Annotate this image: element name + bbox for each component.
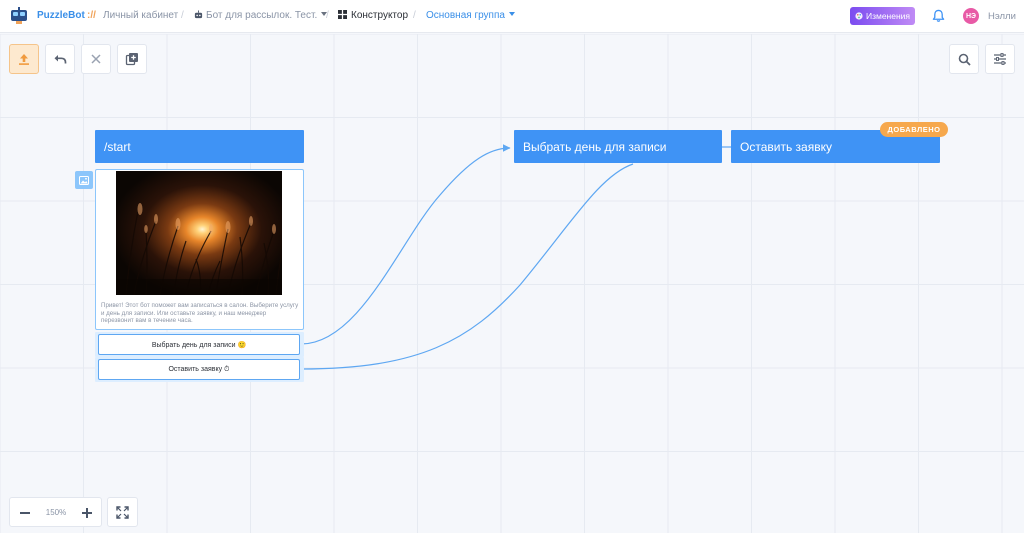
zoom-in-button[interactable]	[80, 507, 94, 519]
changes-button-label: Изменения	[865, 11, 911, 21]
inline-button-leave-request[interactable]: Оставить заявку ⏱	[98, 359, 300, 380]
inline-button-row: Выбрать день для записи 🙂	[95, 332, 304, 357]
zoom-control: 150%	[9, 497, 102, 527]
top-bar: PuzzleBot :// Личный кабинет / Бот для р…	[0, 0, 1024, 33]
sliders-icon	[994, 53, 1006, 65]
inline-button-row: Оставить заявку ⏱	[95, 357, 304, 382]
zoom-out-button[interactable]	[18, 507, 32, 519]
start-node-label: /start	[104, 139, 131, 154]
search-button[interactable]	[949, 44, 979, 74]
close-button[interactable]	[81, 44, 111, 74]
night-lantern-photo	[116, 171, 282, 295]
breadcrumb-constructor-label: Конструктор	[351, 10, 409, 21]
grid-icon	[338, 10, 347, 19]
add-block-button[interactable]	[117, 44, 147, 74]
avatar[interactable]: НЭ	[963, 8, 979, 24]
palette-icon	[855, 12, 863, 20]
puzzlebot-logo-icon[interactable]	[10, 7, 28, 25]
start-node[interactable]: /start	[95, 130, 304, 163]
breadcrumb-constructor[interactable]: Конструктор	[338, 10, 408, 21]
minus-icon	[20, 512, 30, 514]
undo-icon	[54, 55, 67, 64]
user-name[interactable]: Нэлли	[988, 11, 1016, 22]
fit-to-screen-button[interactable]	[107, 497, 138, 527]
leave-request-node-label: Оставить заявку	[740, 139, 832, 154]
upload-icon	[19, 54, 29, 65]
bell-icon[interactable]	[932, 9, 945, 23]
image-message-tag	[75, 171, 93, 189]
changes-button[interactable]: Изменения	[850, 7, 915, 25]
added-badge: ДОБАВЛЕНО	[880, 122, 948, 137]
publish-button[interactable]	[9, 44, 39, 74]
zoom-level: 150%	[45, 508, 67, 517]
breadcrumb-bot[interactable]: Бот для рассылок. Тест.	[194, 10, 328, 21]
message-text: Привет! Этот бот поможет вам записаться …	[101, 302, 299, 325]
choose-day-node-label: Выбрать день для записи	[523, 139, 667, 154]
breadcrumb-separator: /	[181, 10, 184, 21]
breadcrumb-separator: /	[413, 10, 416, 21]
group-selector[interactable]: Основная группа	[426, 10, 515, 21]
plus-icon	[82, 508, 92, 518]
image-icon	[79, 175, 89, 185]
add-block-icon	[125, 53, 138, 66]
settings-button[interactable]	[985, 44, 1015, 74]
breadcrumb-bot-label: Бот для рассылок. Тест.	[206, 10, 318, 21]
close-icon	[91, 54, 101, 64]
brand-slashes: ://	[87, 10, 96, 21]
undo-button[interactable]	[45, 44, 75, 74]
search-icon	[958, 53, 971, 66]
choose-day-node[interactable]: Выбрать день для записи	[514, 130, 722, 163]
breadcrumb-separator: /	[326, 10, 329, 21]
group-selector-label: Основная группа	[426, 10, 505, 21]
inline-button-choose-day[interactable]: Выбрать день для записи 🙂	[98, 334, 300, 355]
breadcrumb-cabinet[interactable]: Личный кабинет	[103, 10, 178, 21]
brand-name[interactable]: PuzzleBot	[37, 10, 85, 21]
chevron-down-icon	[508, 12, 515, 16]
expand-icon	[116, 505, 129, 519]
bot-icon	[194, 10, 203, 19]
